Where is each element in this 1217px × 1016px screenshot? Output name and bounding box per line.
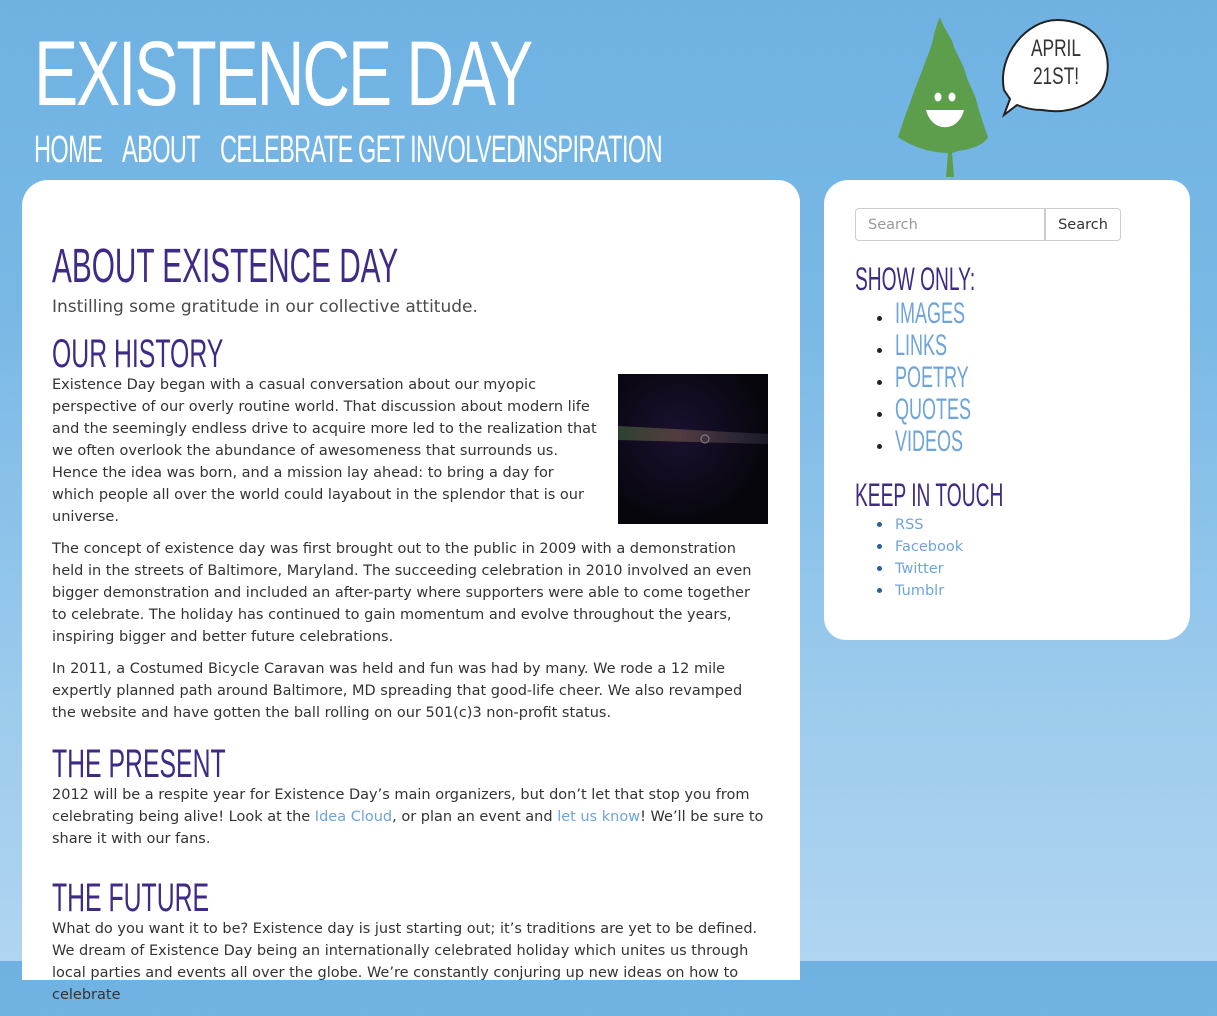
pale-blue-dot-image[interactable] <box>618 374 768 524</box>
site-title[interactable]: EXISTENCE DAY <box>34 28 533 120</box>
nav-inspiration[interactable]: INSPIRATION <box>520 130 663 170</box>
nav-celebrate[interactable]: CELEBRATE <box>220 130 353 170</box>
tree-eye-left <box>934 92 942 102</box>
nav-about[interactable]: ABOUT <box>122 130 201 170</box>
keep-in-touch-heading: KEEP IN TOUCH <box>855 477 1004 513</box>
facebook-link[interactable]: Facebook <box>895 536 963 558</box>
search-button[interactable]: Search <box>1045 208 1121 241</box>
tree-eye-right <box>948 92 956 102</box>
twitter-link[interactable]: Twitter <box>895 558 944 580</box>
sidebar-panel <box>824 180 1190 640</box>
search-form: Search <box>855 208 1121 241</box>
present-heading: THE PRESENT <box>52 742 226 786</box>
history-heading: OUR HISTORY <box>52 332 224 376</box>
filter-link-quotes[interactable]: QUOTES <box>895 394 971 426</box>
filter-link-images[interactable]: IMAGES <box>895 298 965 330</box>
tumblr-link[interactable]: Tumblr <box>895 580 944 602</box>
future-paragraph: What do you want it to be? Existence day… <box>52 921 758 1003</box>
show-only-heading: SHOW ONLY: <box>855 261 976 297</box>
idea-cloud-link[interactable]: Idea Cloud <box>315 809 392 825</box>
filter-link-links[interactable]: LINKS <box>895 330 947 362</box>
nav-home[interactable]: HOME <box>34 130 103 170</box>
rss-link[interactable]: RSS <box>895 514 923 536</box>
filter-link-videos[interactable]: VIDEOS <box>895 426 963 458</box>
history-paragraph-3: In 2011, a Costumed Bicycle Caravan was … <box>52 661 743 721</box>
nav-get-involved[interactable]: GET INVOLVED <box>358 130 523 170</box>
page-subtitle: Instilling some gratitude in our collect… <box>52 297 478 317</box>
search-input[interactable] <box>855 208 1045 241</box>
image-light-band <box>618 426 768 444</box>
main-content: ABOUT EXISTENCE DAY Instilling some grat… <box>52 240 768 1016</box>
history-paragraph-2: The concept of existence day was first b… <box>52 541 752 645</box>
let-us-know-link[interactable]: let us know <box>557 809 640 825</box>
tree-body <box>898 17 988 177</box>
tree-mascot-icon <box>898 17 1109 177</box>
filter-link-poetry[interactable]: POETRY <box>895 362 969 394</box>
future-heading: THE FUTURE <box>52 876 210 920</box>
present-paragraph: 2012 will be a respite year for Existenc… <box>52 787 764 847</box>
date-bubble-text: APRIL 21ST! <box>1031 35 1081 90</box>
page-title: ABOUT EXISTENCE DAY <box>52 240 399 293</box>
